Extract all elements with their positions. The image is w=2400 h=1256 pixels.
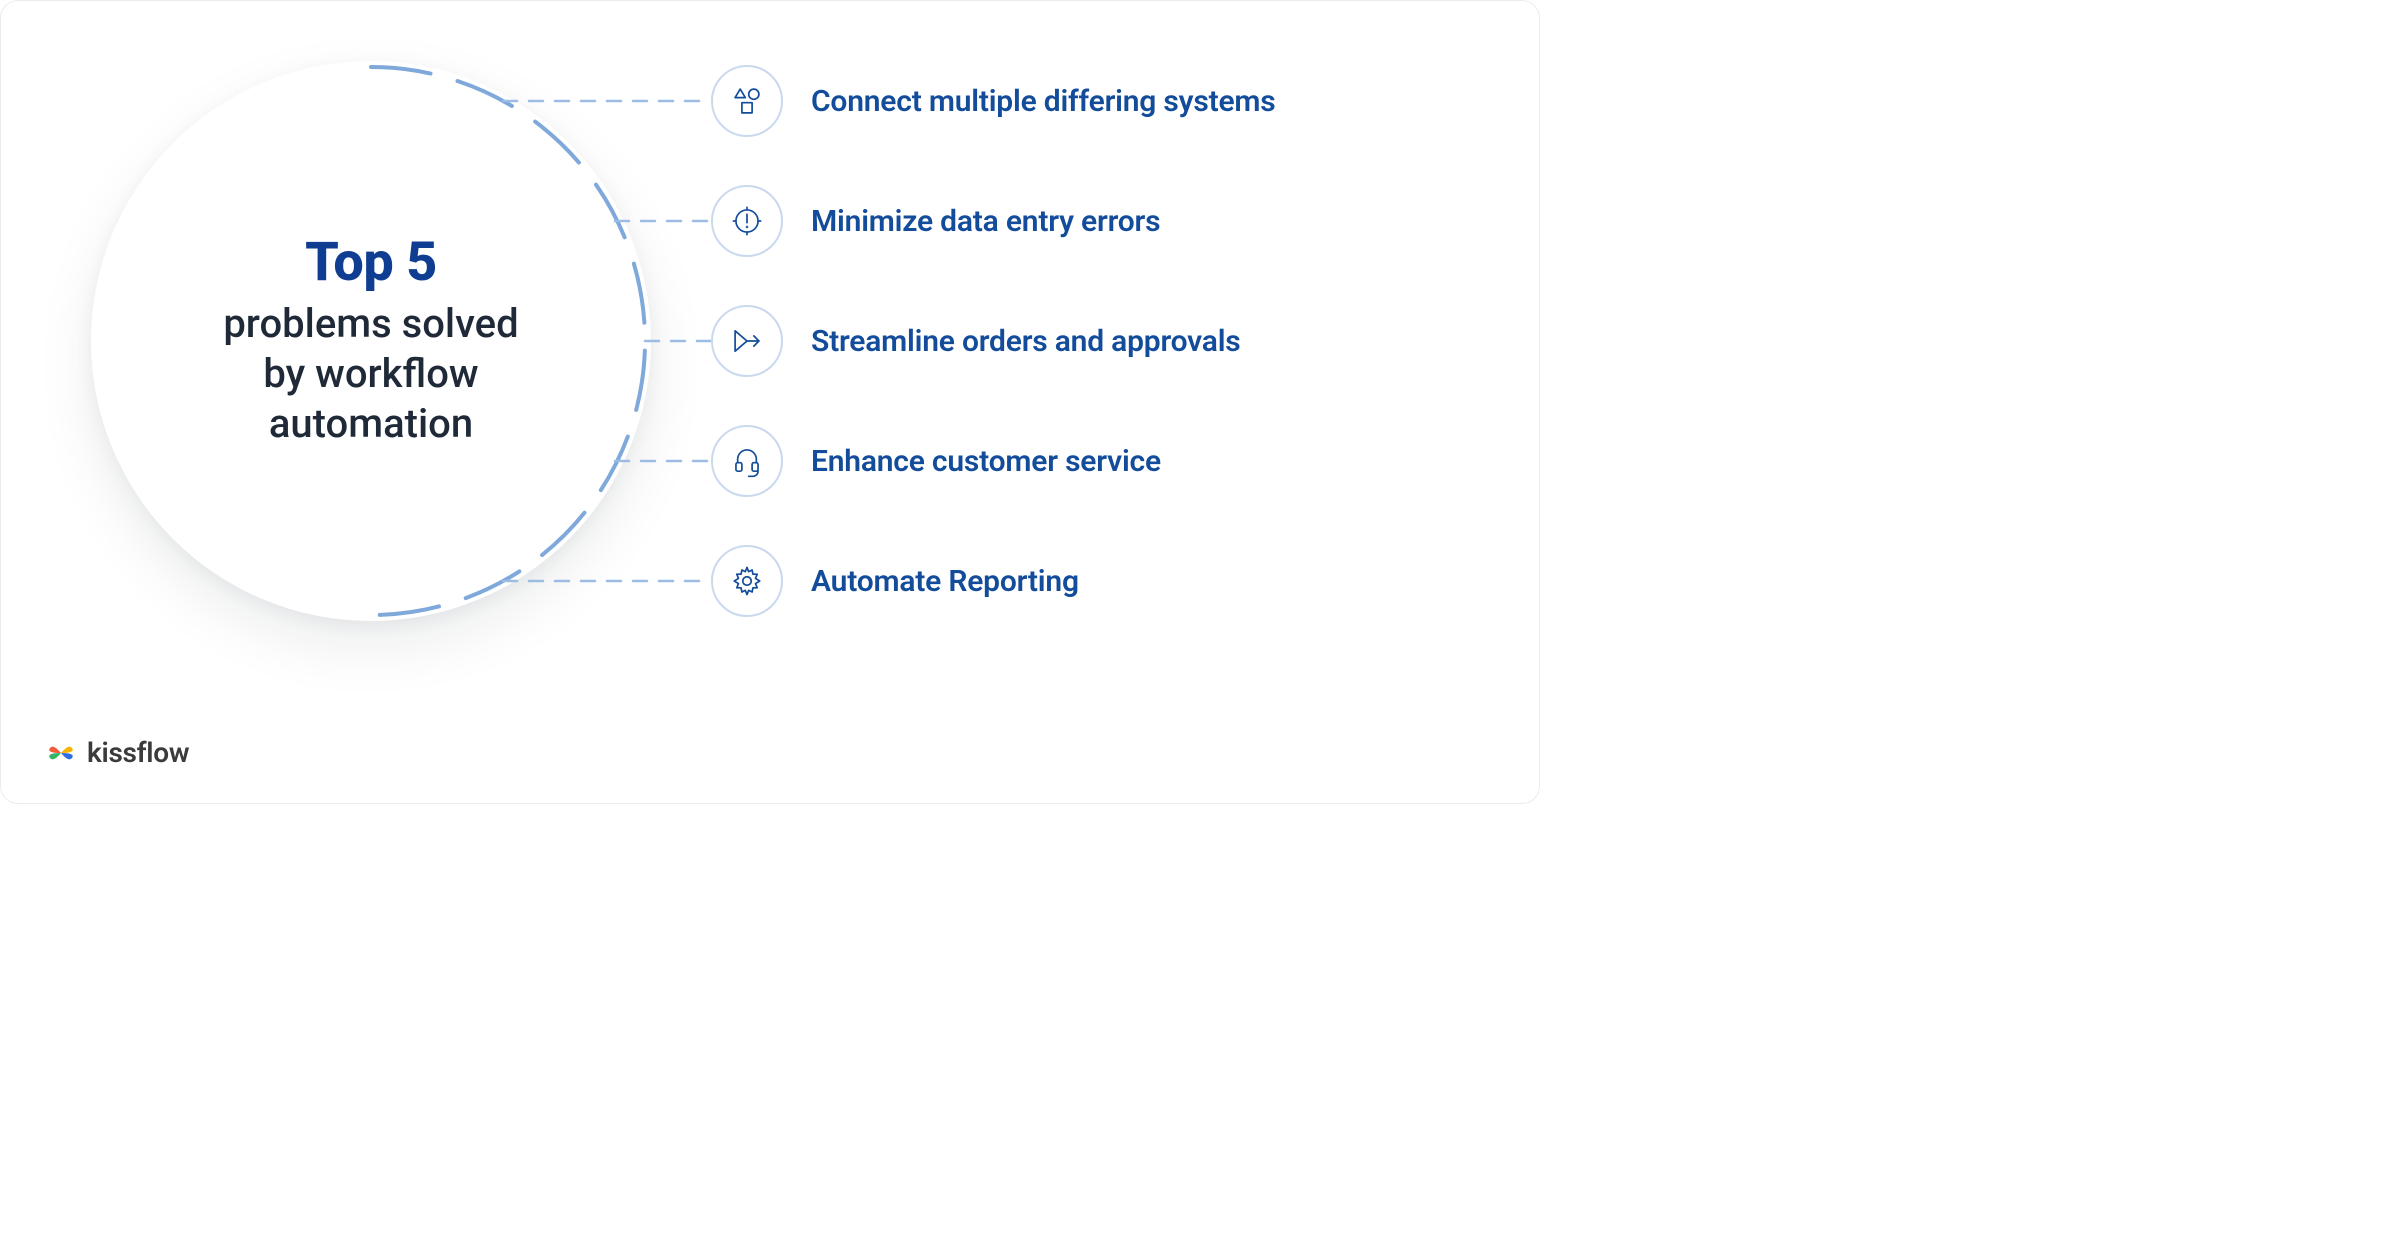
brand-logo: kissflow <box>45 736 189 769</box>
item-connect-systems: Connect multiple differing systems <box>711 65 1275 137</box>
hub-title: Top 5 <box>305 233 437 292</box>
alert-icon <box>711 185 783 257</box>
item-automate-reporting: Automate Reporting <box>711 545 1079 617</box>
brand-name: kissflow <box>87 736 189 769</box>
hub-sub-line-2: by workflow <box>263 350 478 397</box>
hub-subtitle: problems solved by workflow automation <box>223 299 518 449</box>
diagram-canvas: Top 5 problems solved by workflow automa… <box>0 0 1540 804</box>
hub-sub-line-3: automation <box>269 400 473 447</box>
item-streamline-orders: Streamline orders and approvals <box>711 305 1241 377</box>
hub-text: Top 5 problems solved by workflow automa… <box>91 61 651 621</box>
hub-circle: Top 5 problems solved by workflow automa… <box>91 61 651 621</box>
hub-sub-line-1: problems solved <box>223 300 518 347</box>
item-label: Enhance customer service <box>811 444 1161 479</box>
item-label: Streamline orders and approvals <box>811 324 1241 359</box>
brand-mark-icon <box>45 737 77 769</box>
item-minimize-errors: Minimize data entry errors <box>711 185 1160 257</box>
item-enhance-service: Enhance customer service <box>711 425 1161 497</box>
item-label: Automate Reporting <box>811 564 1079 599</box>
headset-icon <box>711 425 783 497</box>
gear-icon <box>711 545 783 617</box>
item-label: Minimize data entry errors <box>811 204 1160 239</box>
shapes-icon <box>711 65 783 137</box>
flow-icon <box>711 305 783 377</box>
item-label: Connect multiple differing systems <box>811 84 1275 119</box>
